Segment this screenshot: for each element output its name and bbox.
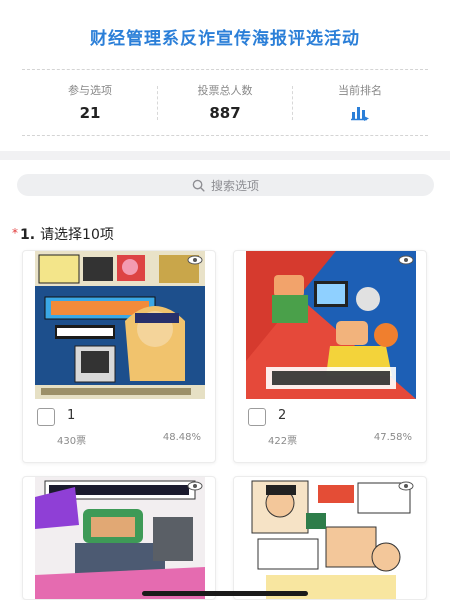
option-image[interactable] [246, 477, 416, 599]
stat-votes-value: 887 [209, 104, 241, 122]
question-number: 1. [20, 227, 36, 243]
required-mark: * [12, 226, 18, 240]
option-image[interactable] [246, 251, 416, 399]
stat-options: 参与选项 21 [22, 82, 158, 122]
bar-chart-arrow-icon[interactable] [349, 104, 371, 122]
option-votes: 422票 [268, 436, 298, 447]
option-checkbox[interactable] [37, 408, 55, 426]
vote-page: 财经管理系反诈宣传海报评选活动 参与选项 21 投票总人数 887 当前排名 搜… [0, 0, 450, 600]
stat-rank[interactable]: 当前排名 [292, 82, 428, 122]
stat-rank-label: 当前排名 [338, 84, 382, 97]
search-bar[interactable]: 搜索选项 [17, 174, 434, 196]
option-percent: 48.48% [162, 432, 201, 443]
option-label: 1 [67, 408, 76, 423]
eye-icon[interactable] [187, 481, 203, 491]
eye-icon[interactable] [187, 255, 203, 265]
eye-icon[interactable] [398, 481, 414, 491]
option-percent: 47.58% [373, 432, 412, 443]
stats-divider-bottom [22, 135, 428, 136]
search-icon [192, 179, 205, 192]
option-image[interactable] [35, 477, 205, 599]
stat-votes-label: 投票总人数 [197, 84, 253, 97]
stat-options-value: 21 [79, 104, 101, 122]
stat-votes: 投票总人数 887 [157, 82, 293, 122]
home-indicator [142, 591, 308, 596]
stats-divider-top [22, 69, 428, 70]
option-card[interactable] [22, 476, 216, 600]
option-checkbox[interactable] [248, 408, 266, 426]
option-label: 2 [278, 408, 287, 423]
search-placeholder: 搜索选项 [210, 178, 259, 193]
option-votes: 430票 [57, 436, 87, 447]
section-separator [0, 151, 450, 160]
eye-icon[interactable] [398, 255, 414, 265]
page-title: 财经管理系反诈宣传海报评选活动 [90, 29, 360, 49]
option-card[interactable]: 2 422票 47.58% [233, 250, 427, 463]
option-image[interactable] [35, 251, 205, 399]
option-card[interactable]: 1 430票 48.48% [22, 250, 216, 463]
question-title: * 1. 请选择10项 [12, 224, 114, 244]
question-text: 请选择10项 [40, 227, 114, 243]
stat-options-label: 参与选项 [68, 84, 112, 97]
option-card[interactable] [233, 476, 427, 600]
